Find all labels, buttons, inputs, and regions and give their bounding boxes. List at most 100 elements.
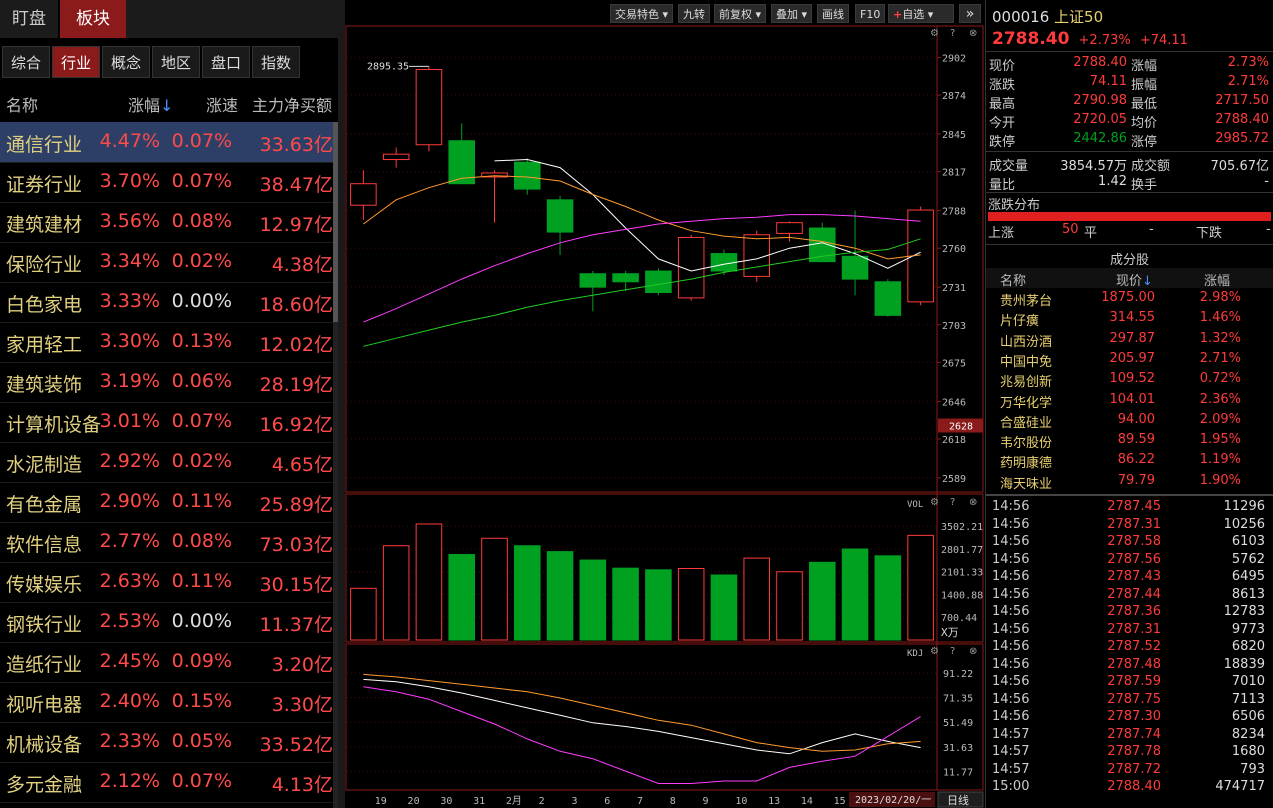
sector-pct: 3.34% [99,250,160,272]
component-pct: 1.32% [1199,330,1241,346]
kdj-j-line [363,686,921,784]
table-row[interactable]: 家用轻工 3.30% 0.13% 12.02亿 [0,322,333,363]
table-row[interactable]: 通信行业 4.47% 0.07% 33.63亿 [0,122,333,163]
price-tick-label: 2845 [942,130,966,141]
header-flow[interactable]: 主力净买额 [252,92,332,116]
sector-flow: 12.02亿 [259,334,333,356]
subtab-industry[interactable]: 行业 [52,46,100,78]
volume-bar [874,555,902,641]
date-tick-label: 14 [801,796,813,807]
tick-volume: 6495 [1231,569,1265,584]
kdj-help-icon[interactable]: ? [950,646,955,657]
kdj-close-icon[interactable]: ⊗ [969,646,977,657]
list-item[interactable]: 片仔癀 314.55 1.46% [986,308,1273,330]
table-row[interactable]: 白色家电 3.33% 0.00% 18.60亿 [0,282,333,323]
sector-pct: 2.77% [99,530,160,552]
component-name: 海天味业 [1000,476,1053,492]
header-speed[interactable]: 涨速 [206,92,238,116]
sector-flow: 4.13亿 [271,774,333,796]
subtab-concept[interactable]: 概念 [102,46,150,78]
price-tick-label: 2675 [942,358,966,369]
table-row[interactable]: 软件信息 2.77% 0.08% 73.03亿 [0,522,333,563]
list-item[interactable]: 贵州茅台 1875.00 2.98% [986,288,1273,309]
table-row[interactable]: 保险行业 3.34% 0.02% 4.38亿 [0,242,333,283]
sector-speed: 0.00% [171,290,232,312]
price-header: 2788.40 +2.73% +74.11 [992,29,1188,49]
table-row[interactable]: 证券行业 3.70% 0.07% 38.47亿 [0,162,333,203]
table-row[interactable]: 计算机设备 3.01% 0.07% 16.92亿 [0,402,333,443]
table-row[interactable]: 水泥制造 2.92% 0.02% 4.65亿 [0,442,333,483]
sector-speed: 0.07% [171,170,232,192]
subtab-orderbook[interactable]: 盘口 [202,46,250,78]
up-label: 上涨 [988,226,1015,241]
main-help-icon[interactable]: ? [950,28,955,39]
table-row: 14:56 2787.52 6820 [986,639,1273,657]
sector-name: 家用轻工 [6,334,83,356]
tick-time: 14:56 [992,516,1030,532]
table-row: 14:57 2787.72 793 [986,762,1273,780]
date-tick-label: 20 [408,796,420,807]
vol-gear-icon[interactable]: ⚙ [930,497,939,508]
quote-row: 现价 2788.40 涨幅 2.73% [986,54,1273,74]
date-tick-label: 8 [670,796,676,807]
kline-chart[interactable]: 2902287428452817278827602731270326752646… [345,0,985,808]
tick-volume: 6103 [1231,534,1265,549]
component-name: 片仔癀 [1000,314,1040,330]
vol-help-icon[interactable]: ? [950,497,955,508]
table-row[interactable]: 有色金属 2.90% 0.11% 25.89亿 [0,482,333,523]
dist-counts: 上涨 50 平 - 下跌 - [986,222,1273,242]
tab-sectors[interactable]: 板块 [60,0,126,38]
price-tick-label: 2731 [942,283,966,294]
comp-header-pct[interactable]: 涨幅 [1204,270,1230,289]
volume-bar [677,568,705,641]
table-row[interactable]: 建筑装饰 3.19% 0.06% 28.19亿 [0,362,333,403]
main-gear-icon[interactable]: ⚙ [930,28,939,39]
table-row[interactable]: 造纸行业 2.45% 0.09% 3.20亿 [0,642,333,683]
divider [986,244,1273,245]
list-item[interactable]: 中国中免 205.97 2.71% [986,349,1273,370]
header-name[interactable]: 名称 [6,92,38,116]
comp-header-price[interactable]: 现价↓ [1116,270,1153,289]
table-row[interactable]: 机械设备 2.33% 0.05% 33.52亿 [0,722,333,763]
list-item[interactable]: 韦尔股份 89.59 1.95% [986,430,1273,451]
sector-speed: 0.09% [171,650,232,672]
tab-watch[interactable]: 盯盘 [0,0,58,38]
subtab-index[interactable]: 指数 [252,46,300,78]
list-item[interactable]: 兆易创新 109.52 0.72% [986,369,1273,390]
tick-price: 2787.74 [1107,726,1161,742]
vol-close-icon[interactable]: ⊗ [969,497,977,508]
subtab-overview[interactable]: 综合 [2,46,50,78]
tick-time: 14:56 [992,639,1030,654]
table-row[interactable]: 多元金融 2.12% 0.07% 4.13亿 [0,762,333,803]
date-tick-label: 2月 [506,795,522,807]
quote-value: 2720.05 [1073,112,1127,127]
candle-body [513,161,541,190]
volume-bar [382,545,410,641]
list-item[interactable]: 万华化学 104.01 2.36% [986,390,1273,411]
candle-body [350,183,377,206]
kdj-gear-icon[interactable]: ⚙ [930,646,939,657]
main-close-icon[interactable]: ⊗ [969,28,977,39]
panel-divider[interactable] [338,0,345,808]
table-row[interactable]: 钢铁行业 2.53% 0.00% 11.37亿 [0,602,333,643]
table-row[interactable]: 建筑建材 3.56% 0.08% 12.97亿 [0,202,333,243]
moving-average-line [363,175,921,260]
list-item[interactable]: 药明康德 86.22 1.19% [986,450,1273,471]
sector-flow: 73.03亿 [259,534,333,556]
header-pct[interactable]: 涨幅↓ [128,92,173,116]
list-item[interactable]: 山西汾酒 297.87 1.32% [986,329,1273,350]
component-price: 314.55 [1109,310,1156,326]
subtab-region[interactable]: 地区 [152,46,200,78]
sector-name: 建筑建材 [6,214,83,236]
quote-label: 涨停 [1131,135,1158,150]
sector-speed: 0.07% [171,130,232,152]
list-item[interactable]: 合盛硅业 94.00 2.09% [986,410,1273,431]
table-row: 14:56 2787.56 5762 [986,552,1273,570]
sector-flow: 4.65亿 [271,454,333,476]
table-row[interactable]: 传媒娱乐 2.63% 0.11% 30.15亿 [0,562,333,603]
table-row[interactable]: 视听电器 2.40% 0.15% 3.30亿 [0,682,333,723]
sector-name: 视听电器 [6,694,83,716]
list-item[interactable]: 海天味业 79.79 1.90% [986,471,1273,492]
comp-header-name[interactable]: 名称 [1000,270,1026,289]
quote-label: 跌停 [989,135,1016,150]
